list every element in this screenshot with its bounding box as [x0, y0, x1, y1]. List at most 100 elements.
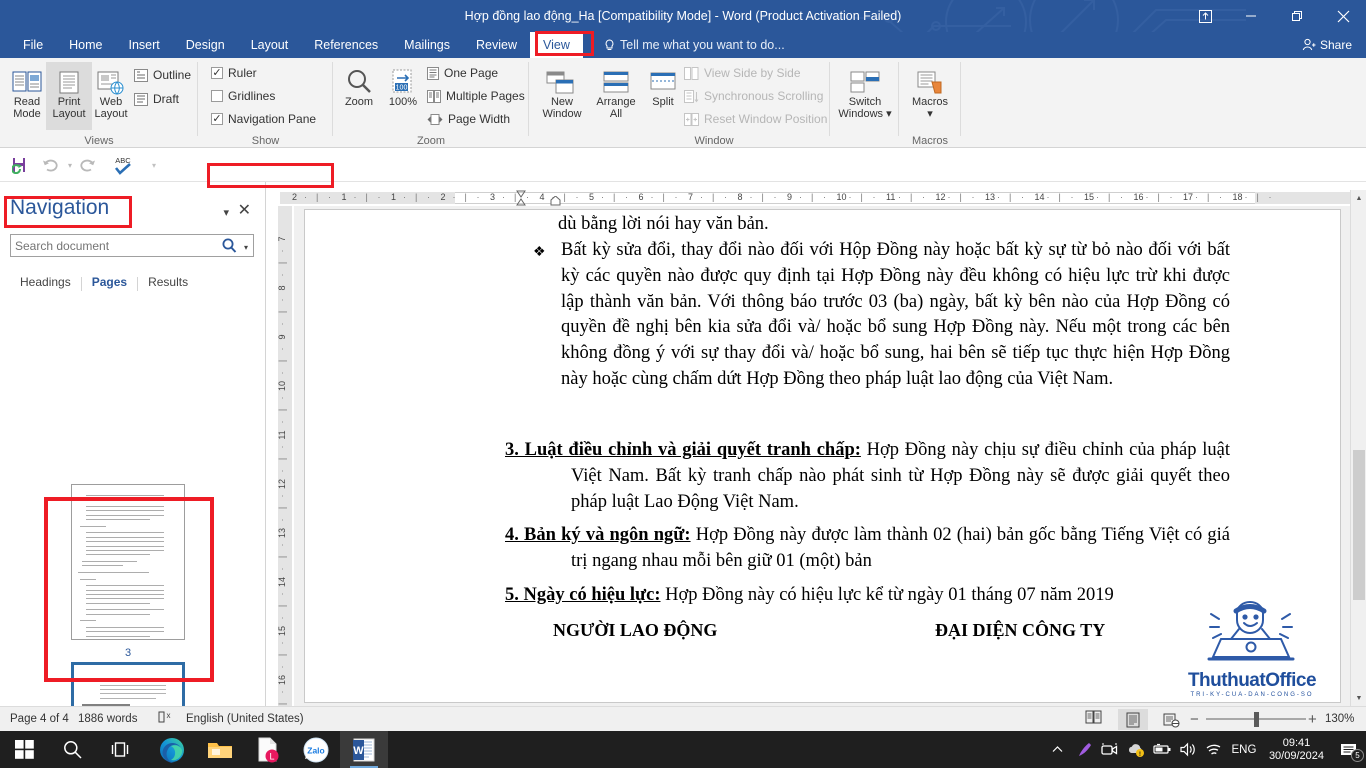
outline-button[interactable]: Outline — [134, 68, 191, 82]
gridlines-checkbox-item[interactable]: Gridlines — [211, 89, 275, 103]
task-view-button[interactable] — [96, 731, 144, 768]
page-thumbnail-3[interactable]: 3 — [0, 484, 256, 659]
cloud-warning-icon[interactable]: ! — [1123, 731, 1149, 768]
battery-icon[interactable] — [1149, 731, 1175, 768]
tab-references[interactable]: References — [301, 32, 391, 58]
split-button[interactable]: Split — [643, 62, 683, 130]
scroll-up-arrow-icon[interactable]: ▲ — [1351, 190, 1366, 206]
print-layout-button[interactable]: Print Layout — [46, 62, 92, 130]
pen-icon[interactable] — [1071, 731, 1097, 768]
document-canvas[interactable]: dù bằng lời nói hay văn bản. ❖ Bất kỳ sử… — [294, 206, 1350, 706]
read-mode-view-icon[interactable] — [1085, 707, 1102, 732]
ribbon-display-options-icon[interactable] — [1182, 0, 1228, 32]
search-input[interactable] — [15, 237, 215, 255]
nav-tab-headings[interactable]: Headings — [10, 275, 81, 295]
notification-icon[interactable]: 5 — [1332, 731, 1366, 768]
clock[interactable]: 09:41 30/09/2024 — [1261, 737, 1332, 763]
restore-icon[interactable] — [1274, 0, 1320, 32]
macros-button[interactable]: Macros ▾ — [903, 62, 957, 130]
ruler-minor-tick: · — [971, 192, 975, 202]
file-explorer-button[interactable] — [196, 731, 244, 768]
close-icon[interactable]: ✕ — [238, 200, 251, 220]
tab-file[interactable]: File — [10, 32, 56, 58]
tab-review[interactable]: Review — [463, 32, 530, 58]
edge-button[interactable] — [148, 731, 196, 768]
navigation-pane-checkbox[interactable] — [211, 113, 223, 125]
input-language-indicator[interactable]: ENG — [1227, 731, 1261, 768]
zoom-in-button[interactable]: + — [1308, 707, 1317, 732]
nav-tab-pages[interactable]: Pages — [82, 275, 137, 295]
spelling-check-icon[interactable]: ABC — [110, 154, 138, 176]
gridlines-checkbox[interactable] — [211, 90, 223, 102]
chevron-up-icon[interactable] — [1045, 731, 1071, 768]
nav-tab-results[interactable]: Results — [138, 275, 198, 295]
ruler-checkbox[interactable] — [211, 67, 223, 79]
search-options-chevron-down-icon[interactable]: ▾ — [244, 243, 248, 252]
share-button[interactable]: Share — [1296, 35, 1358, 55]
zoom-slider-knob[interactable] — [1254, 712, 1259, 727]
thumbnail-line — [86, 585, 164, 587]
tab-view[interactable]: View — [530, 32, 583, 58]
wifi-icon[interactable] — [1201, 731, 1227, 768]
start-button[interactable] — [0, 731, 48, 768]
horizontal-ruler[interactable]: 2 · | · 1 · | · 1 · | · 2 · | · 3 · | · 4 · | · 5 · | · 6 · | · 7 · | · 8 · | ·… — [270, 190, 1350, 206]
navigation-pane-checkbox-item[interactable]: Navigation Pane — [211, 112, 316, 126]
ruler-minor-tick: · — [502, 192, 505, 202]
vertical-scrollbar-thumb[interactable] — [1353, 450, 1365, 600]
search-button[interactable] — [48, 731, 96, 768]
ruler-minor-tick: | — [613, 192, 616, 202]
one-page-button[interactable]: One Page — [427, 66, 498, 80]
document-app-button[interactable]: L — [244, 731, 292, 768]
zalo-button[interactable]: Zalo — [292, 731, 340, 768]
tab-layout[interactable]: Layout — [238, 32, 302, 58]
macros-label: Macros — [911, 96, 949, 108]
zoom-button[interactable]: Zoom — [337, 62, 381, 130]
ruler-checkbox-item[interactable]: Ruler — [211, 66, 257, 80]
new-window-button[interactable]: New Window — [535, 62, 589, 130]
tab-mailings[interactable]: Mailings — [391, 32, 463, 58]
read-mode-button[interactable]: Read Mode — [4, 62, 50, 130]
page-number-status[interactable]: Page 4 of 4 — [10, 707, 69, 732]
language-status[interactable]: English (United States) — [186, 707, 304, 732]
zoom-100-button[interactable]: 100 100% — [381, 62, 425, 130]
draft-label: Draft — [153, 92, 180, 106]
ribbon-group-zoom: Zoom 100 100% One Page Multiple Pages Pa… — [333, 58, 529, 148]
tab-insert[interactable]: Insert — [116, 32, 173, 58]
ruler-minor-tick: | — [1157, 192, 1160, 202]
tell-me-box[interactable]: Tell me what you want to do... — [604, 32, 785, 58]
scroll-down-arrow-icon[interactable]: ▼ — [1351, 690, 1366, 706]
document-page[interactable]: dù bằng lời nói hay văn bản. ❖ Bất kỳ sử… — [304, 209, 1341, 703]
switch-windows-button[interactable]: New Switch Windows ▾ — [834, 62, 896, 130]
zoom-level-label[interactable]: 130% — [1325, 707, 1354, 732]
web-layout-button[interactable]: Web Layout — [88, 62, 134, 130]
ruler-minor-tick: · — [625, 192, 628, 202]
multiple-pages-button[interactable]: Multiple Pages — [427, 89, 525, 103]
search-icon[interactable] — [222, 238, 237, 259]
arrange-all-button[interactable]: Arrange All — [589, 62, 643, 130]
page-width-button[interactable]: Page Width — [427, 112, 510, 126]
word-button[interactable]: W — [340, 731, 388, 768]
search-document-box[interactable]: ▾ — [10, 234, 254, 257]
save-icon[interactable] — [8, 154, 32, 176]
tab-home[interactable]: Home — [56, 32, 115, 58]
word-count-status[interactable]: 1886 words — [78, 707, 137, 732]
hanging-indent-marker[interactable] — [516, 198, 526, 206]
volume-icon[interactable] — [1175, 731, 1201, 768]
close-icon[interactable] — [1320, 0, 1366, 32]
chevron-down-icon[interactable]: ▾ — [142, 154, 166, 176]
page-thumbnail-image[interactable] — [71, 484, 185, 640]
chevron-down-icon[interactable]: ▾ — [223, 206, 229, 219]
zoom-out-button[interactable]: − — [1190, 707, 1199, 732]
print-layout-view-icon[interactable] — [1118, 709, 1148, 730]
left-indent-marker[interactable] — [550, 195, 561, 206]
camera-icon[interactable] — [1097, 731, 1123, 768]
draft-button[interactable]: Draft — [134, 92, 179, 106]
proofing-errors-icon[interactable]: x — [158, 707, 173, 732]
minimize-icon[interactable] — [1228, 0, 1274, 32]
ruler-minor-tick: | — [761, 192, 764, 202]
page-width-label: Page Width — [448, 112, 511, 126]
vertical-scrollbar[interactable]: ▲ ▼ — [1350, 190, 1366, 706]
ruler-minor-tick: · — [403, 192, 406, 202]
tab-design[interactable]: Design — [173, 32, 238, 58]
web-layout-view-icon[interactable] — [1156, 709, 1186, 730]
